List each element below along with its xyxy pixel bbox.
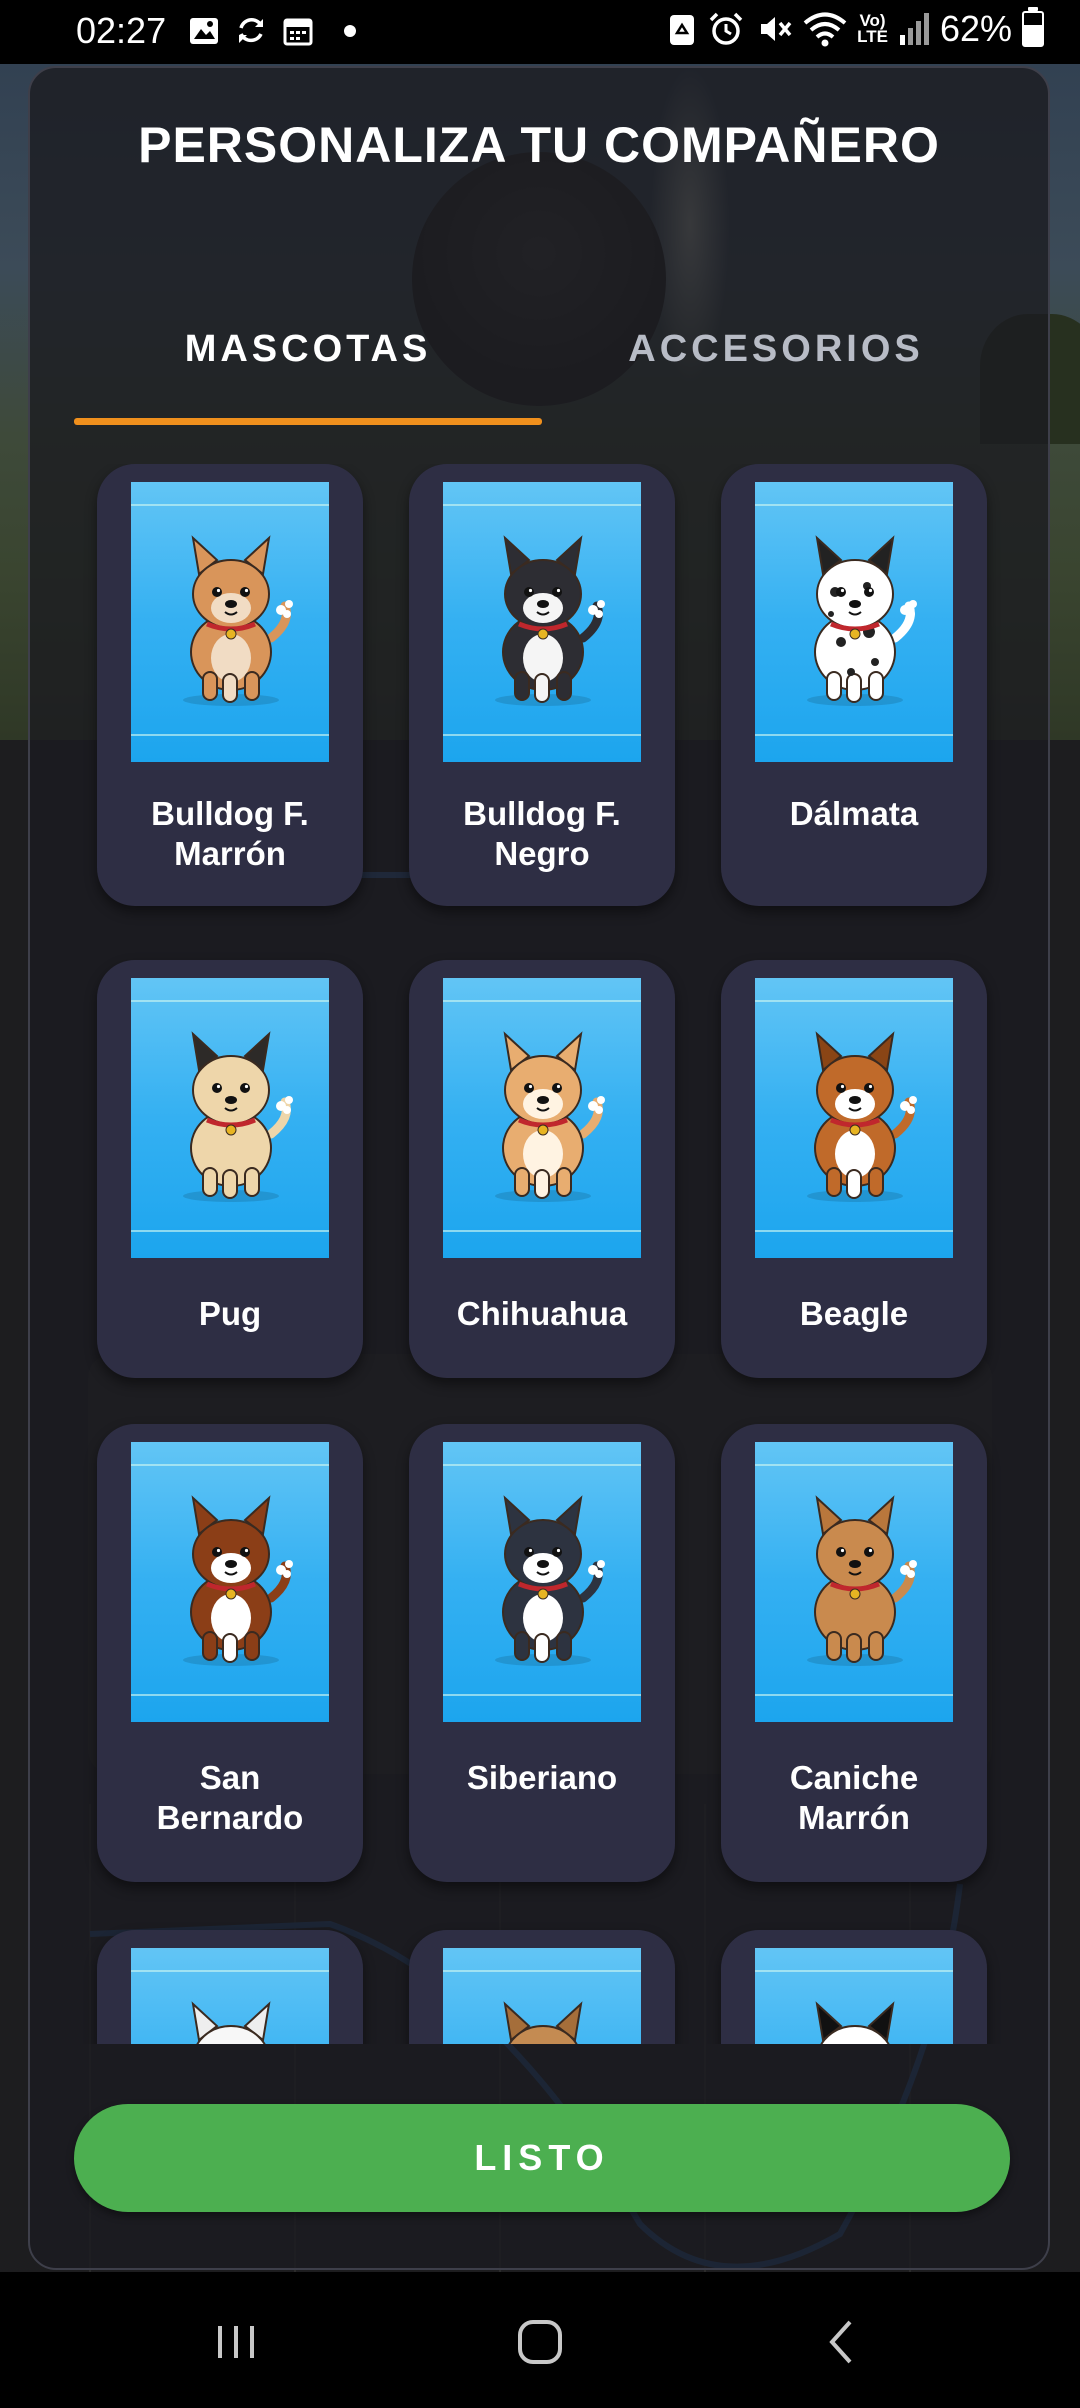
pet-name: Pug	[198, 1295, 262, 1332]
back-icon[interactable]	[804, 2312, 884, 2372]
signal-icon	[899, 13, 929, 45]
status-bar: 02:27 Vo) LTE 62%	[0, 0, 1080, 64]
pet-card[interactable]	[721, 1930, 987, 2044]
pet-name: Dálmata	[789, 795, 919, 832]
pet-name: San Bernardo	[156, 1759, 304, 1836]
home-icon[interactable]	[500, 2312, 580, 2372]
pet-card[interactable]: Dálmata	[721, 464, 987, 906]
tab-mascotas[interactable]: MASCOTAS	[74, 328, 542, 371]
active-tab-indicator	[74, 418, 542, 425]
shar-pei-icon	[503, 2001, 583, 2044]
mute-icon	[761, 17, 792, 41]
pet-card[interactable]: Beagle	[721, 960, 987, 1378]
pet-image	[755, 978, 953, 1258]
tab-bar: MASCOTAS ACCESORIOS	[74, 268, 1010, 428]
pet-name: Chihuahua	[456, 1295, 628, 1332]
pet-name: Bulldog F. Marrón	[151, 795, 309, 872]
customize-companion-modal: PERSONALIZA TU COMPAÑERO MASCOTAS ACCESO…	[28, 66, 1050, 2270]
battery-icon	[1022, 7, 1044, 47]
chihuahua-icon	[495, 1031, 605, 1202]
pet-image	[755, 1442, 953, 1722]
pet-card[interactable]: Bulldog F. Marrón	[97, 464, 363, 906]
pet-image	[131, 1948, 329, 2044]
pet-image	[443, 482, 641, 762]
calendar-icon	[283, 18, 313, 46]
pet-card[interactable]: Bulldog F. Negro	[409, 464, 675, 906]
pet-grid[interactable]: Bulldog F. Marrón Bulldog F. Negro Dálmata…	[30, 464, 1048, 2044]
panda-icon	[815, 2001, 895, 2044]
tab-accesorios[interactable]: ACCESORIOS	[542, 328, 1010, 371]
battery-percentage: 62%	[939, 8, 1012, 49]
beagle-icon	[807, 1031, 917, 1202]
pet-image	[443, 1948, 641, 2044]
sync-icon	[239, 18, 263, 43]
pet-name: Caniche Marrón	[789, 1759, 919, 1836]
pet-image	[131, 1442, 329, 1722]
dot-icon	[344, 25, 356, 37]
saint-bernard-icon	[183, 1495, 293, 1666]
pet-card[interactable]: Siberiano	[409, 1424, 675, 1882]
pet-card[interactable]: Chihuahua	[409, 960, 675, 1378]
pet-card[interactable]	[409, 1930, 675, 2044]
done-button[interactable]: LISTO	[74, 2104, 1010, 2212]
pet-name: Beagle	[799, 1295, 909, 1332]
image-icon	[190, 18, 218, 44]
pet-card[interactable]: San Bernardo	[97, 1424, 363, 1882]
status-time: 02:27	[76, 10, 167, 51]
pet-name: Bulldog F. Negro	[463, 795, 621, 872]
alarm-icon	[709, 12, 743, 45]
pet-image	[443, 1442, 641, 1722]
pet-image	[131, 978, 329, 1258]
pet-image	[755, 1948, 953, 2044]
brown-poodle-icon	[807, 1495, 917, 1666]
white-poodle-icon	[191, 2001, 271, 2044]
pet-name: Siberiano	[466, 1759, 618, 1796]
dalmatian-icon	[807, 535, 917, 706]
black-french-bulldog-icon	[495, 535, 605, 706]
recycle-icon	[670, 15, 695, 45]
pet-card[interactable]	[97, 1930, 363, 2044]
pet-card[interactable]: Pug	[97, 960, 363, 1378]
pug-icon	[183, 1031, 293, 1202]
pet-image	[443, 978, 641, 1258]
pet-image	[131, 482, 329, 762]
modal-title: PERSONALIZA TU COMPAÑERO	[138, 117, 940, 173]
volte-icon: Vo) LTE	[857, 11, 888, 46]
brown-french-bulldog-icon	[183, 535, 293, 706]
recent-apps-icon[interactable]	[196, 2312, 276, 2372]
pet-card[interactable]: Caniche Marrón	[721, 1424, 987, 1882]
wifi-icon	[803, 12, 847, 47]
pet-image	[755, 482, 953, 762]
navigation-bar	[0, 2272, 1080, 2408]
siberian-husky-icon	[495, 1495, 605, 1666]
